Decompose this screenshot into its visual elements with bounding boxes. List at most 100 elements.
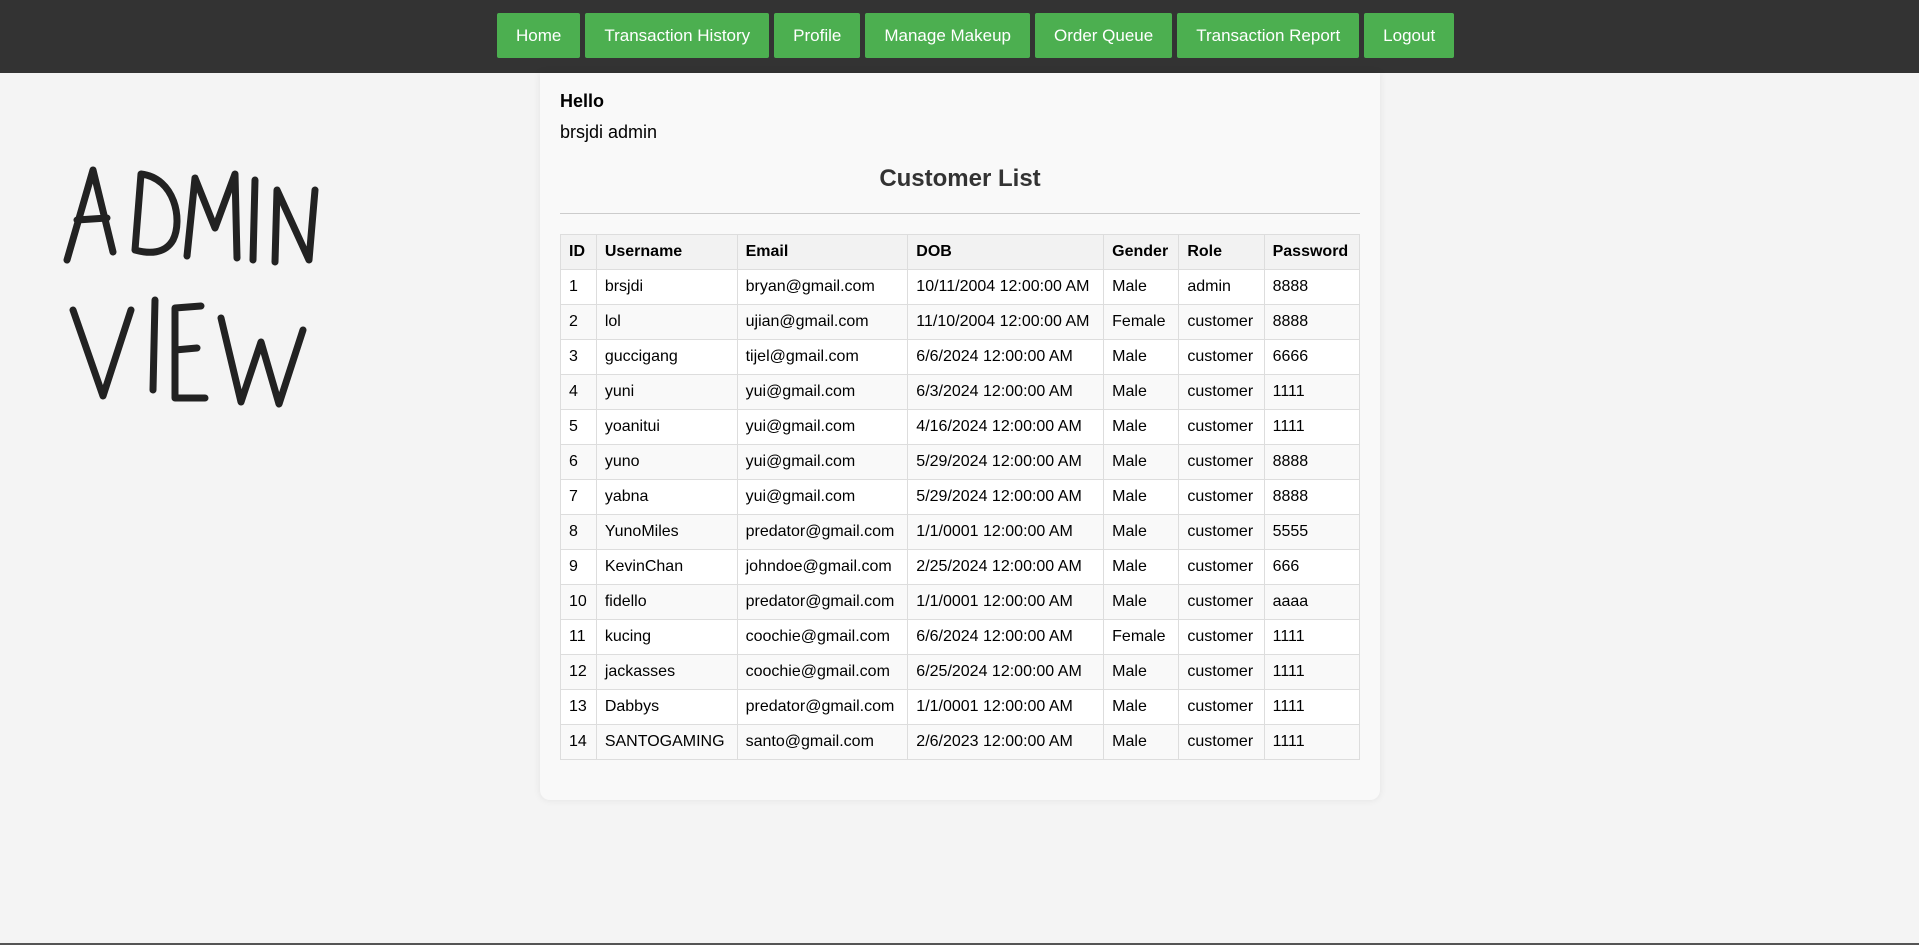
nav-home-button[interactable]: Home	[497, 13, 581, 58]
cell-gender: Male	[1103, 514, 1180, 550]
cell-id: 8	[560, 514, 597, 550]
cell-password: 1111	[1263, 619, 1361, 655]
cell-email: johndoe@gmail.com	[736, 549, 909, 585]
nav-order-queue-button[interactable]: Order Queue	[1035, 13, 1173, 58]
customer-list-card: Hello brsjdi admin Customer List ID User…	[540, 73, 1380, 800]
admin-view-handwriting	[63, 166, 319, 408]
page-title: Customer List	[879, 165, 1041, 192]
table-header-row: ID Username Email DOB Gender Role Passwo…	[560, 234, 1361, 270]
cell-username: yabna	[595, 479, 738, 515]
cell-email: bryan@gmail.com	[736, 269, 909, 305]
nav-transaction-report-button[interactable]: Transaction Report	[1177, 13, 1360, 58]
table-row: 6 yuno yui@gmail.com 5/29/2024 12:00:00 AM M…	[560, 444, 1361, 480]
column-header-role: Role	[1178, 234, 1265, 270]
cell-role: customer	[1178, 339, 1265, 375]
cell-password: 8888	[1263, 479, 1361, 515]
cell-role: customer	[1178, 724, 1265, 760]
cell-password: 1111	[1263, 689, 1361, 725]
column-header-email: Email	[736, 234, 909, 270]
cell-role: customer	[1178, 374, 1265, 410]
cell-dob: 10/11/2004 12:00:00 AM	[907, 269, 1105, 305]
cell-username: yuno	[595, 444, 738, 480]
column-header-id: ID	[560, 234, 597, 270]
cell-email: coochie@gmail.com	[736, 619, 909, 655]
cell-dob: 1/1/0001 12:00:00 AM	[907, 514, 1105, 550]
nav-transaction-history-button[interactable]: Transaction History	[585, 13, 770, 58]
cell-dob: 6/6/2024 12:00:00 AM	[907, 339, 1105, 375]
cell-id: 5	[560, 409, 597, 445]
cell-dob: 4/16/2024 12:00:00 AM	[907, 409, 1105, 445]
cell-username: yuni	[595, 374, 738, 410]
cell-username: guccigang	[595, 339, 738, 375]
cell-gender: Female	[1103, 304, 1180, 340]
cell-dob: 2/25/2024 12:00:00 AM	[907, 549, 1105, 585]
cell-password: 666	[1263, 549, 1361, 585]
divider	[560, 213, 1360, 214]
greeting-hello: Hello	[560, 91, 605, 111]
cell-email: predator@gmail.com	[736, 584, 909, 620]
cell-role: customer	[1178, 409, 1265, 445]
cell-gender: Male	[1103, 654, 1180, 690]
cell-dob: 6/3/2024 12:00:00 AM	[907, 374, 1105, 410]
cell-gender: Male	[1103, 724, 1180, 760]
cell-role: customer	[1178, 689, 1265, 725]
cell-email: yui@gmail.com	[736, 374, 909, 410]
cell-role: customer	[1178, 514, 1265, 550]
cell-password: 1111	[1263, 409, 1361, 445]
cell-username: lol	[595, 304, 738, 340]
cell-email: ujian@gmail.com	[736, 304, 909, 340]
cell-role: customer	[1178, 479, 1265, 515]
table-row: 12 jackasses coochie@gmail.com 6/25/2024 12…	[560, 654, 1361, 690]
table-row: 9 KevinChan johndoe@gmail.com 2/25/2024 12:…	[560, 549, 1361, 585]
cell-dob: 6/25/2024 12:00:00 AM	[907, 654, 1105, 690]
cell-email: tijel@gmail.com	[736, 339, 909, 375]
cell-id: 2	[560, 304, 597, 340]
cell-gender: Male	[1103, 479, 1180, 515]
cell-username: jackasses	[595, 654, 738, 690]
customer-table-body: 1 brsjdi bryan@gmail.com 10/11/2004 12:00:0…	[560, 269, 1361, 760]
cell-username: brsjdi	[595, 269, 738, 305]
cell-id: 11	[560, 619, 597, 655]
cell-password: 1111	[1263, 374, 1361, 410]
nav-profile-button[interactable]: Profile	[774, 13, 861, 58]
nav-logout-button[interactable]: Logout	[1364, 13, 1455, 58]
cell-dob: 5/29/2024 12:00:00 AM	[907, 479, 1105, 515]
cell-gender: Female	[1103, 619, 1180, 655]
cell-dob: 1/1/0001 12:00:00 AM	[907, 689, 1105, 725]
nav-menu: Home Transaction History Profile Manage …	[497, 13, 1455, 58]
cell-password: 6666	[1263, 339, 1361, 375]
cell-email: predator@gmail.com	[736, 514, 909, 550]
cell-password: 1111	[1263, 654, 1361, 690]
table-row: 13 Dabbys predator@gmail.com 1/1/0001 12:00…	[560, 689, 1361, 725]
cell-role: customer	[1178, 584, 1265, 620]
cell-dob: 5/29/2024 12:00:00 AM	[907, 444, 1105, 480]
cell-id: 14	[560, 724, 597, 760]
cell-password: 8888	[1263, 304, 1361, 340]
cell-email: yui@gmail.com	[736, 409, 909, 445]
nav-manage-makeup-button[interactable]: Manage Makeup	[865, 13, 1030, 58]
cell-gender: Male	[1103, 549, 1180, 585]
cell-username: KevinChan	[595, 549, 738, 585]
table-row: 8 YunoMiles predator@gmail.com 1/1/0001 12:…	[560, 514, 1361, 550]
cell-gender: Male	[1103, 689, 1180, 725]
cell-id: 9	[560, 549, 597, 585]
cell-role: customer	[1178, 654, 1265, 690]
cell-password: 5555	[1263, 514, 1361, 550]
column-header-gender: Gender	[1103, 234, 1180, 270]
cell-id: 1	[560, 269, 597, 305]
cell-gender: Male	[1103, 269, 1180, 305]
cell-dob: 1/1/0001 12:00:00 AM	[907, 584, 1105, 620]
cell-password: 8888	[1263, 444, 1361, 480]
cell-role: customer	[1178, 549, 1265, 585]
cell-role: customer	[1178, 619, 1265, 655]
cell-password: aaaa	[1263, 584, 1361, 620]
cell-username: fidello	[595, 584, 738, 620]
cell-password: 1111	[1263, 724, 1361, 760]
cell-email: yui@gmail.com	[736, 444, 909, 480]
cell-email: coochie@gmail.com	[736, 654, 909, 690]
cell-username: kucing	[595, 619, 738, 655]
cell-gender: Male	[1103, 584, 1180, 620]
column-header-username: Username	[595, 234, 738, 270]
cell-username: Dabbys	[595, 689, 738, 725]
cell-username: yoanitui	[595, 409, 738, 445]
